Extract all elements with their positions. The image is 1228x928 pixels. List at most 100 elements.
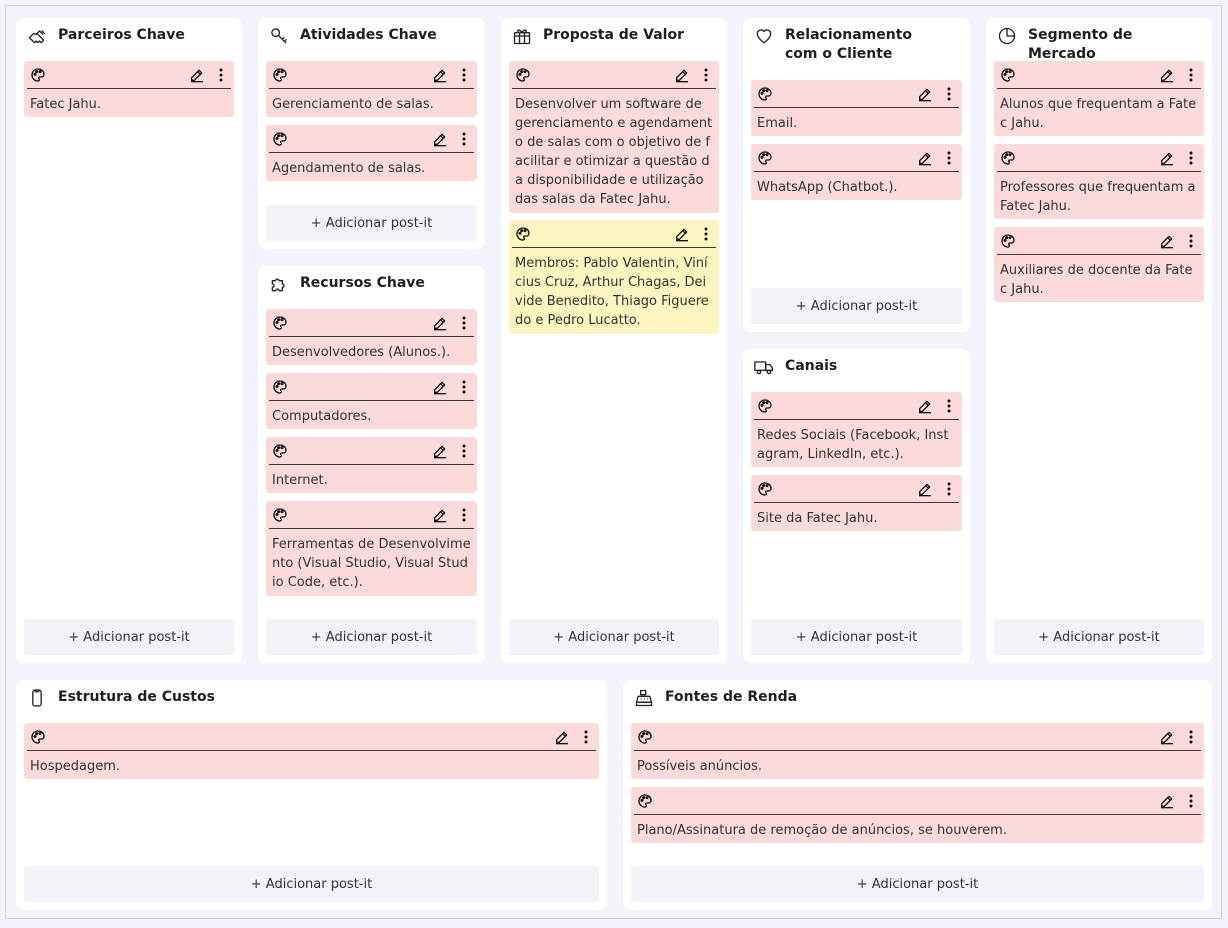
edit-pencil-icon[interactable] xyxy=(917,150,933,166)
more-options-icon[interactable] xyxy=(460,315,468,331)
more-options-icon[interactable] xyxy=(945,86,953,102)
more-options-icon[interactable] xyxy=(945,398,953,414)
note-toolbar xyxy=(997,227,1201,255)
palette-icon[interactable] xyxy=(272,507,288,523)
post-it-note[interactable]: Desenvolver um software de gerenciamento… xyxy=(509,61,719,213)
edit-pencil-icon[interactable] xyxy=(432,507,448,523)
palette-icon[interactable] xyxy=(272,131,288,147)
post-it-note[interactable]: Email. xyxy=(751,80,962,136)
edit-pencil-icon[interactable] xyxy=(917,481,933,497)
more-options-icon[interactable] xyxy=(460,507,468,523)
post-it-note[interactable]: Agendamento de salas. xyxy=(266,125,477,181)
gift-icon xyxy=(511,26,533,46)
edit-pencil-icon[interactable] xyxy=(674,67,690,83)
note-text: Site da Fatec Jahu. xyxy=(757,511,878,526)
edit-pencil-icon[interactable] xyxy=(674,226,690,242)
more-options-icon[interactable] xyxy=(460,131,468,147)
palette-icon[interactable] xyxy=(272,379,288,395)
block-title: Atividades Chave xyxy=(300,27,437,43)
add-post-it-button[interactable]: + Adicionar post-it xyxy=(266,205,477,241)
palette-icon[interactable] xyxy=(1000,233,1016,249)
palette-icon[interactable] xyxy=(757,481,773,497)
more-options-icon[interactable] xyxy=(945,150,953,166)
note-toolbar xyxy=(269,501,474,529)
more-options-icon[interactable] xyxy=(460,67,468,83)
post-it-note[interactable]: Plano/Assinatura de remoção de anúncios,… xyxy=(631,787,1204,843)
add-post-it-button[interactable]: + Adicionar post-it xyxy=(24,866,599,902)
palette-icon[interactable] xyxy=(30,729,46,745)
block-title: Proposta de Valor xyxy=(543,27,684,43)
edit-pencil-icon[interactable] xyxy=(189,67,205,83)
post-it-note[interactable]: Fatec Jahu. xyxy=(24,61,234,117)
post-it-note[interactable]: Alunos que frequentam a Fatec Jahu. xyxy=(994,61,1204,136)
palette-icon[interactable] xyxy=(637,793,653,809)
edit-pencil-icon[interactable] xyxy=(1159,67,1175,83)
post-it-note[interactable]: Professores que frequentam a Fatec Jahu. xyxy=(994,144,1204,219)
block-title: Fontes de Renda xyxy=(665,689,798,705)
post-it-note[interactable]: Computadores. xyxy=(266,373,477,429)
note-text: Internet. xyxy=(272,473,328,488)
palette-icon[interactable] xyxy=(637,729,653,745)
edit-pencil-icon[interactable] xyxy=(1159,150,1175,166)
post-it-note[interactable]: WhatsApp (Chatbot.). xyxy=(751,144,962,200)
edit-pencil-icon[interactable] xyxy=(917,398,933,414)
post-it-note[interactable]: Ferramentas de Desenvolvimento (Visual S… xyxy=(266,501,477,596)
edit-pencil-icon[interactable] xyxy=(432,315,448,331)
edit-pencil-icon[interactable] xyxy=(432,67,448,83)
edit-pencil-icon[interactable] xyxy=(432,443,448,459)
palette-icon[interactable] xyxy=(757,86,773,102)
note-toolbar xyxy=(27,61,231,89)
post-it-note[interactable]: Site da Fatec Jahu. xyxy=(751,475,962,531)
add-post-it-button[interactable]: + Adicionar post-it xyxy=(994,619,1204,655)
edit-pencil-icon[interactable] xyxy=(917,86,933,102)
post-it-note[interactable]: Auxiliares de docente da Fatec Jahu. xyxy=(994,227,1204,302)
post-it-note[interactable]: Hospedagem. xyxy=(24,723,599,779)
more-options-icon[interactable] xyxy=(582,729,590,745)
post-it-note[interactable]: Desenvolvedores (Alunos.). xyxy=(266,309,477,365)
add-post-it-button[interactable]: + Adicionar post-it xyxy=(751,619,962,655)
palette-icon[interactable] xyxy=(30,67,46,83)
add-post-it-button[interactable]: + Adicionar post-it xyxy=(266,619,477,655)
post-it-note[interactable]: Membros: Pablo Valentin, Vinícius Cruz, … xyxy=(509,220,719,334)
edit-pencil-icon[interactable] xyxy=(1159,233,1175,249)
more-options-icon[interactable] xyxy=(1187,793,1195,809)
more-options-icon[interactable] xyxy=(1187,67,1195,83)
palette-icon[interactable] xyxy=(272,443,288,459)
palette-icon[interactable] xyxy=(272,315,288,331)
palette-icon[interactable] xyxy=(515,226,531,242)
edit-pencil-icon[interactable] xyxy=(554,729,570,745)
block-title: Recursos Chave xyxy=(300,275,425,291)
add-post-it-button[interactable]: + Adicionar post-it xyxy=(631,866,1204,902)
more-options-icon[interactable] xyxy=(702,226,710,242)
more-options-icon[interactable] xyxy=(702,67,710,83)
edit-pencil-icon[interactable] xyxy=(432,379,448,395)
more-options-icon[interactable] xyxy=(945,481,953,497)
note-text: WhatsApp (Chatbot.). xyxy=(757,180,898,195)
palette-icon[interactable] xyxy=(272,67,288,83)
more-options-icon[interactable] xyxy=(460,379,468,395)
post-it-note[interactable]: Redes Sociais (Facebook, Instagram, Link… xyxy=(751,392,962,467)
post-it-note[interactable]: Gerenciamento de salas. xyxy=(266,61,477,117)
more-options-icon[interactable] xyxy=(1187,729,1195,745)
edit-pencil-icon[interactable] xyxy=(1159,793,1175,809)
more-options-icon[interactable] xyxy=(1187,150,1195,166)
more-options-icon[interactable] xyxy=(460,443,468,459)
pie-chart-icon xyxy=(996,26,1018,46)
block-atividades: Atividades Chave Gerenciamento de salas. A… xyxy=(258,18,485,249)
palette-icon[interactable] xyxy=(757,150,773,166)
post-it-note[interactable]: Possíveis anúncios. xyxy=(631,723,1204,779)
palette-icon[interactable] xyxy=(1000,150,1016,166)
add-post-it-button[interactable]: + Adicionar post-it xyxy=(24,619,234,655)
add-post-it-button[interactable]: + Adicionar post-it xyxy=(751,288,962,324)
more-options-icon[interactable] xyxy=(1187,233,1195,249)
phone-icon xyxy=(26,688,48,708)
add-post-it-button[interactable]: + Adicionar post-it xyxy=(509,619,719,655)
edit-pencil-icon[interactable] xyxy=(432,131,448,147)
palette-icon[interactable] xyxy=(1000,67,1016,83)
edit-pencil-icon[interactable] xyxy=(1159,729,1175,745)
palette-icon[interactable] xyxy=(515,67,531,83)
block-segmento: Segmento de Mercado Alunos que frequentam… xyxy=(986,18,1212,663)
palette-icon[interactable] xyxy=(757,398,773,414)
more-options-icon[interactable] xyxy=(217,67,225,83)
post-it-note[interactable]: Internet. xyxy=(266,437,477,493)
